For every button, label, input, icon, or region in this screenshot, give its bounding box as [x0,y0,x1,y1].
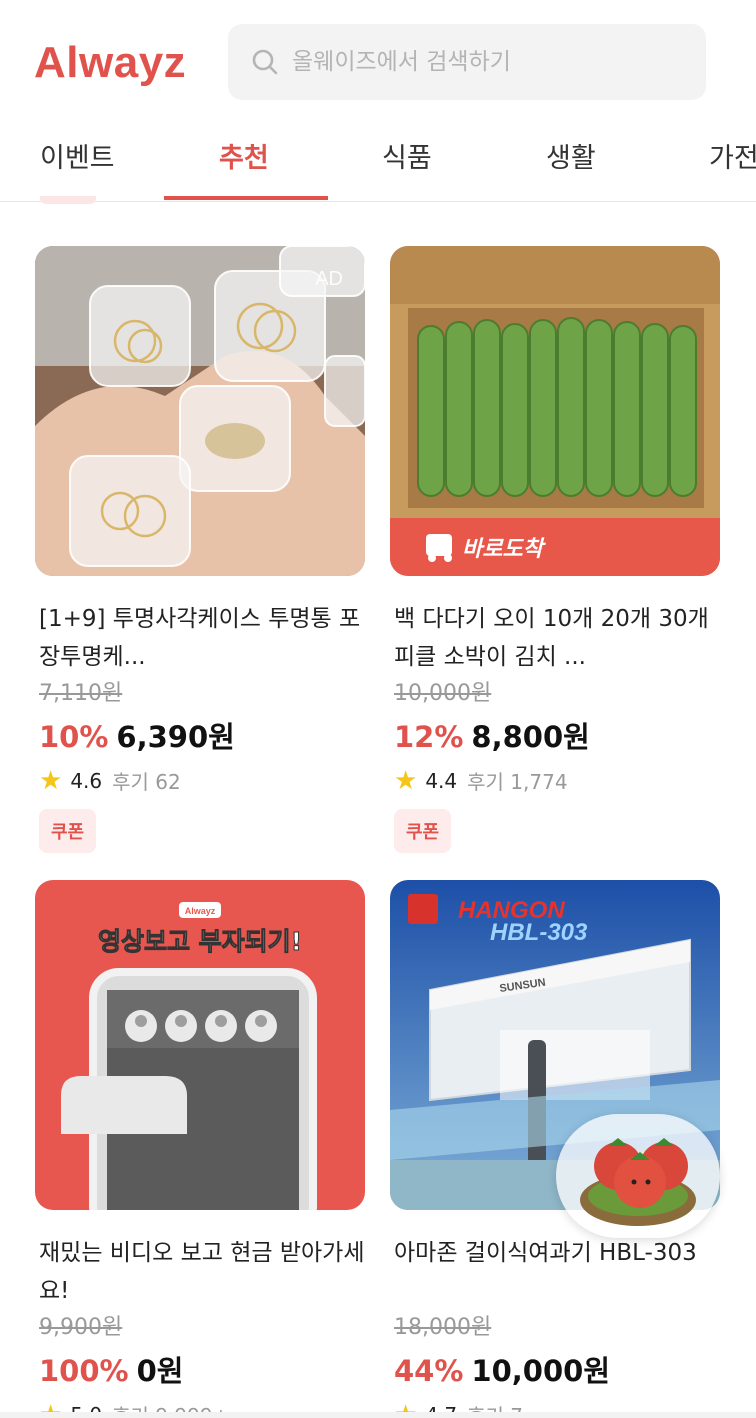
tab-living[interactable]: 생활 [546,136,596,175]
rating-value: 4.6 [70,768,103,793]
search-input[interactable] [292,49,672,75]
star-icon: ★ [39,765,63,796]
rating-value: 4.4 [425,768,458,793]
tab-recommend[interactable]: 추천 [219,136,269,175]
price-row: 12% 8,800원 [390,714,720,756]
app-header: Alwayz [0,0,756,120]
original-price: 18,000원 [394,1315,492,1340]
previous-coupon-peek [40,196,96,204]
active-tab-indicator [164,196,328,200]
review-count: 후기 62 [112,770,181,794]
product-title[interactable]: 백 다다기 오이 10개 20개 30개 피클 소박이 김치 ... [390,600,720,676]
price-row: 100% 0원 [35,1348,365,1390]
sale-price: 10,000원 [471,1354,611,1388]
search-bar[interactable] [228,24,706,100]
product-image[interactable]: 바로도착 [390,246,720,576]
sale-price: 8,800원 [471,720,590,754]
bottom-edge [0,1412,756,1418]
price-row: 10% 6,390원 [35,714,365,756]
tab-appliance[interactable]: 가전 [709,136,756,175]
product-card[interactable]: 바로도착 백 다다기 오이 10개 20개 30개 피클 소박이 김치 ... … [390,246,720,853]
fast-delivery-badge: 바로도착 [462,537,547,562]
price-row: 44% 10,000원 [390,1348,720,1390]
product-title[interactable]: 아마존 걸이식여과기 HBL-303 [390,1234,720,1310]
sale-price: 0원 [136,1354,184,1388]
product-title[interactable]: [1+9] 투명사각케이스 투명통 포장투명케... [35,600,365,676]
review-count: 후기 1,774 [467,770,568,794]
rating-row: ★ 4.6 후기 62 [35,766,365,795]
search-icon [250,47,280,77]
tomato-farm-icon [580,1138,696,1226]
coupon-badge: 쿠폰 [394,809,452,853]
sale-price: 6,390원 [116,720,235,754]
product-image[interactable]: AD [35,246,365,576]
discount-rate: 44% [394,1354,464,1388]
product-card[interactable]: Alwayz 영상보고 부자되기! 재밌는 비디오 보고 현금 받아가세요! 9… [35,880,365,1418]
floating-game-button[interactable] [556,1114,720,1238]
original-price: 9,900원 [39,1315,123,1340]
star-icon: ★ [394,765,418,796]
model-text: HBL-303 [490,919,588,946]
product-card[interactable]: AD [1+9] 투명사각케이스 투명통 포장투명케... 7,110원 10%… [35,246,365,853]
coupon-badge: 쿠폰 [39,809,97,853]
rating-row: ★ 4.4 후기 1,774 [390,766,720,795]
tab-food[interactable]: 식품 [382,136,432,175]
original-price: 7,110원 [39,681,123,706]
banner-logo: Alwayz [185,906,216,916]
alwayz-logo[interactable]: Alwayz [34,38,186,88]
product-image[interactable]: Alwayz 영상보고 부자되기! [35,880,365,1210]
banner-text: 영상보고 부자되기! [98,927,302,956]
discount-rate: 10% [39,720,109,754]
product-title[interactable]: 재밌는 비디오 보고 현금 받아가세요! [35,1234,365,1310]
original-price: 10,000원 [394,681,492,706]
discount-rate: 100% [39,1354,129,1388]
category-tabs: 이벤트 추천 식품 생활 가전 [0,120,756,202]
ad-badge: AD [315,268,343,290]
discount-rate: 12% [394,720,464,754]
tab-event[interactable]: 이벤트 [40,136,115,175]
